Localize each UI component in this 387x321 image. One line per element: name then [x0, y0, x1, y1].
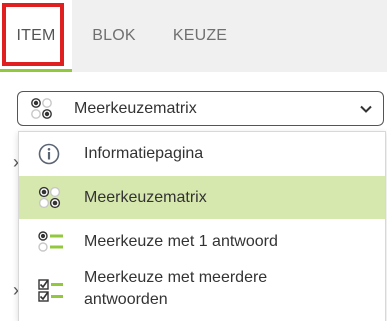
dropdown-menu: Informatiepagina Meerkeuzematrix Meerkeu… [18, 131, 386, 321]
option-label: Meerkeuzematrix [84, 189, 207, 206]
multi-choice-icon [38, 279, 63, 302]
tab-item-label: ITEM [16, 27, 56, 44]
matrix-icon [38, 186, 61, 209]
tab-item[interactable]: ITEM [0, 0, 72, 72]
tab-blok[interactable]: BLOK [80, 0, 148, 72]
option-label: Meerkeuze met 1 antwoord [84, 233, 278, 250]
option-meerkeuze-meerdere-antwoorden[interactable]: Meerkeuze met meerdere antwoorden [19, 265, 385, 321]
select-value: Meerkeuzematrix [74, 99, 197, 117]
option-meerkeuzematrix[interactable]: Meerkeuzematrix [19, 176, 385, 219]
option-informatiepagina[interactable]: Informatiepagina [19, 132, 385, 176]
option-meerkeuze-1-antwoord[interactable]: Meerkeuze met 1 antwoord [19, 219, 385, 265]
single-choice-icon [38, 231, 63, 252]
option-label-line2: antwoorden [84, 291, 168, 308]
option-label: Meerkeuze met meerdere antwoorden [84, 267, 267, 311]
tab-keuze-label: KEUZE [172, 27, 228, 44]
question-type-select[interactable]: Meerkeuzematrix [17, 91, 384, 126]
active-tab-indicator [0, 69, 72, 72]
info-icon [38, 143, 60, 165]
chevron-down-icon[interactable] [359, 102, 373, 116]
option-label: Informatiepagina [84, 145, 204, 162]
tab-keuze[interactable]: KEUZE [164, 0, 236, 72]
option-label-line1: Meerkeuze met meerdere [84, 269, 268, 286]
tab-bar: ITEM BLOK KEUZE [0, 0, 387, 72]
tab-blok-label: BLOK [92, 27, 136, 44]
matrix-icon [31, 98, 52, 119]
